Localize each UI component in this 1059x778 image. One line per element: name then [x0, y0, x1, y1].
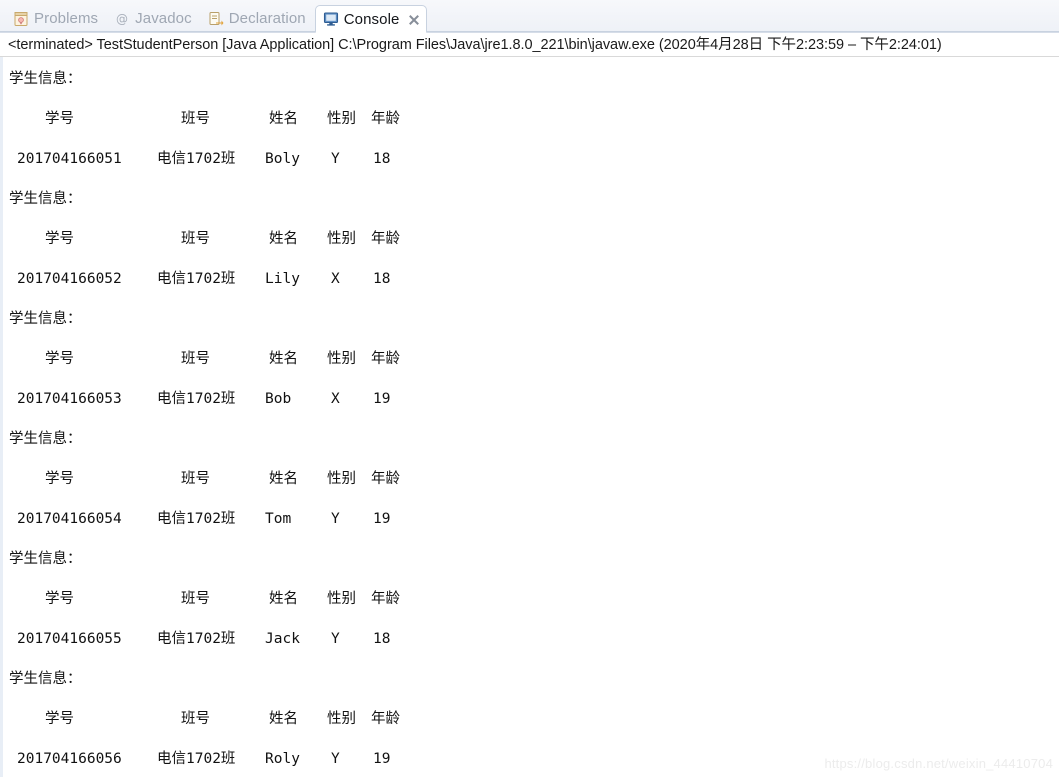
tab-problems[interactable]: Problems	[6, 5, 107, 32]
cell-gender: Y	[331, 751, 340, 767]
console-output-area[interactable]: 学生信息： 学号 班号 姓名 性别 年龄 201704166051 电信1702班 Boly Y 1…	[0, 57, 1059, 777]
column-header: 年龄	[371, 111, 400, 127]
cell-age: 19	[373, 751, 391, 767]
column-header: 性别	[327, 111, 356, 127]
column-header: 学号	[45, 471, 74, 487]
cell-class: 电信1702班	[157, 511, 236, 527]
column-header: 学号	[45, 711, 74, 727]
column-header: 学号	[45, 591, 74, 607]
problems-icon	[13, 11, 29, 27]
cell-gender: Y	[331, 151, 340, 167]
column-header: 年龄	[371, 351, 400, 367]
cell-name: Jack	[265, 631, 300, 647]
cell-student-id: 201704166052	[17, 271, 122, 287]
javadoc-icon: @	[114, 11, 130, 27]
column-header: 姓名	[269, 351, 298, 367]
section-label: 学生信息：	[9, 191, 82, 207]
column-header: 性别	[327, 591, 356, 607]
section-label: 学生信息：	[9, 311, 82, 327]
cell-age: 18	[373, 631, 391, 647]
cell-class: 电信1702班	[157, 271, 236, 287]
eclipse-console-view: Problems @ Javadoc Declaration Console <…	[0, 0, 1059, 778]
column-header: 姓名	[269, 711, 298, 727]
cell-gender: Y	[331, 511, 340, 527]
tab-label: Declaration	[228, 10, 306, 27]
column-header: 班号	[181, 351, 210, 367]
column-header: 年龄	[371, 471, 400, 487]
column-header: 班号	[181, 471, 210, 487]
column-header: 姓名	[269, 471, 298, 487]
cell-gender: X	[331, 271, 340, 287]
column-header: 学号	[45, 351, 74, 367]
column-header: 年龄	[371, 231, 400, 247]
column-header: 姓名	[269, 591, 298, 607]
declaration-icon	[208, 11, 224, 27]
column-header: 性别	[327, 231, 356, 247]
cell-student-id: 201704166053	[17, 391, 122, 407]
column-header: 班号	[181, 591, 210, 607]
section-label: 学生信息：	[9, 671, 82, 687]
cell-student-id: 201704166054	[17, 511, 122, 527]
column-header: 班号	[181, 111, 210, 127]
tab-console[interactable]: Console	[314, 5, 428, 33]
tab-label: Problems	[34, 10, 99, 27]
column-header: 年龄	[371, 711, 400, 727]
section-label: 学生信息：	[9, 431, 82, 447]
tab-declaration[interactable]: Declaration	[201, 5, 315, 32]
svg-text:@: @	[116, 12, 128, 26]
column-header: 学号	[45, 111, 74, 127]
cell-name: Bob	[265, 391, 292, 407]
close-icon[interactable]	[407, 13, 420, 26]
console-text-content: 学生信息： 学号 班号 姓名 性别 年龄 201704166051 电信1702班 Boly Y 1…	[3, 57, 400, 777]
cell-class: 电信1702班	[157, 751, 236, 767]
cell-name: Roly	[265, 751, 300, 767]
cell-name: Lily	[265, 271, 300, 287]
cell-class: 电信1702班	[157, 151, 236, 167]
cell-student-id: 201704166055	[17, 631, 122, 647]
tab-javadoc[interactable]: @ Javadoc	[107, 5, 201, 32]
console-icon	[323, 11, 339, 27]
cell-age: 19	[373, 391, 391, 407]
cell-student-id: 201704166051	[17, 151, 122, 167]
cell-class: 电信1702班	[157, 631, 236, 647]
column-header: 学号	[45, 231, 74, 247]
cell-name: Boly	[265, 151, 300, 167]
column-header: 性别	[327, 351, 356, 367]
view-tab-bar: Problems @ Javadoc Declaration Console	[0, 0, 1059, 33]
cell-student-id: 201704166056	[17, 751, 122, 767]
cell-gender: X	[331, 391, 340, 407]
column-header: 姓名	[269, 111, 298, 127]
column-header: 年龄	[371, 591, 400, 607]
watermark-text: https://blog.csdn.net/weixin_44410704	[824, 756, 1053, 771]
tab-label: Console	[343, 10, 400, 28]
cell-gender: Y	[331, 631, 340, 647]
cell-age: 18	[373, 151, 391, 167]
column-header: 班号	[181, 231, 210, 247]
column-header: 姓名	[269, 231, 298, 247]
section-label: 学生信息：	[9, 551, 82, 567]
column-header: 班号	[181, 711, 210, 727]
cell-age: 19	[373, 511, 391, 527]
section-label: 学生信息：	[9, 71, 82, 87]
cell-age: 18	[373, 271, 391, 287]
column-header: 性别	[327, 471, 356, 487]
cell-name: Tom	[265, 511, 292, 527]
cell-class: 电信1702班	[157, 391, 236, 407]
process-status-line: <terminated> TestStudentPerson [Java App…	[0, 33, 1059, 57]
tab-label: Javadoc	[135, 10, 192, 27]
column-header: 性别	[327, 711, 356, 727]
